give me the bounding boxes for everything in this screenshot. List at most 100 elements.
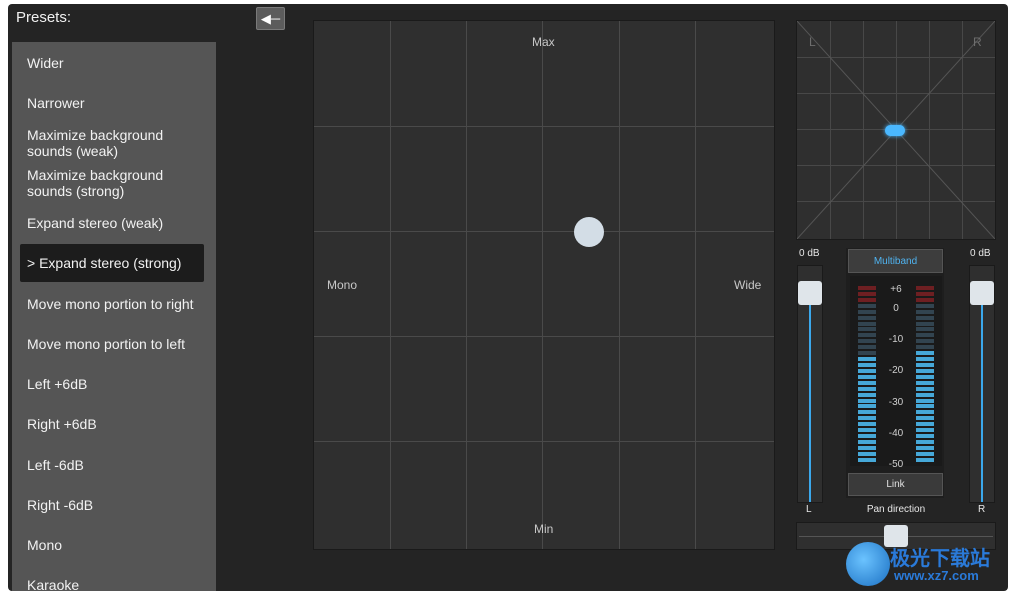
meter-segment <box>916 434 934 439</box>
preset-item[interactable]: Left -6dB <box>20 446 204 484</box>
grid-line <box>314 231 774 232</box>
meter-segment <box>916 439 934 444</box>
preset-item[interactable]: Karaoke <box>20 566 204 591</box>
meter-scale-label: -40 <box>888 428 904 439</box>
meter-segment <box>916 457 934 462</box>
meter-segment <box>916 297 934 302</box>
meter-segment <box>916 368 934 373</box>
max-label: Max <box>532 35 555 49</box>
watermark-text: 极光下载站 <box>890 546 990 570</box>
meter-segment <box>916 374 934 379</box>
meter-segment <box>858 309 876 314</box>
meter-segment <box>858 303 876 308</box>
meter-segment <box>916 445 934 450</box>
scope-signal-dot <box>885 125 905 136</box>
presets-title: Presets: <box>16 9 72 26</box>
meter-segment <box>916 428 934 433</box>
grid-line <box>314 126 774 127</box>
meter-segment <box>858 380 876 385</box>
preset-item[interactable]: Narrower <box>20 84 204 122</box>
mono-label: Mono <box>327 278 358 292</box>
grid-line <box>390 21 391 549</box>
meter-segment <box>916 404 934 409</box>
watermark-logo-icon <box>846 542 890 586</box>
preset-item-selected[interactable]: > Expand stereo (strong) <box>20 244 204 282</box>
multiband-button[interactable]: Multiband <box>848 249 943 273</box>
meter-segment <box>916 398 934 403</box>
watermark: 极光下载站 www.xz7.com <box>846 540 1002 588</box>
meter-segment <box>916 392 934 397</box>
meter-scale-label: -30 <box>888 397 904 408</box>
meter-segment <box>916 362 934 367</box>
preset-list[interactable]: Wider Narrower Maximize background sound… <box>12 42 216 591</box>
meter-segment <box>858 416 876 421</box>
grid-line <box>466 21 467 549</box>
meter-scale-label: 0 <box>893 303 899 314</box>
meter-segment <box>916 345 934 350</box>
left-channel-label: L <box>806 504 812 515</box>
preset-item[interactable]: Mono <box>20 526 204 564</box>
meter-segment <box>858 404 876 409</box>
meter-segment <box>916 321 934 326</box>
right-channel-label: R <box>978 504 986 515</box>
meter-segment <box>858 321 876 326</box>
stereo-width-pad[interactable]: Max Min Mono Wide <box>313 20 775 550</box>
meter-segment <box>916 416 934 421</box>
left-level-meter <box>858 286 876 462</box>
meter-segment <box>858 386 876 391</box>
meter-segment <box>858 428 876 433</box>
meter-segment <box>916 339 934 344</box>
scope-left-label: L <box>809 35 816 49</box>
meter-segment <box>858 457 876 462</box>
meter-segment <box>858 286 876 290</box>
meter-segment <box>858 339 876 344</box>
meter-segment <box>858 439 876 444</box>
meter-segment <box>858 445 876 450</box>
preset-item[interactable]: Maximize background sounds (weak) <box>20 124 204 162</box>
meter-scale-label: +6 <box>890 284 902 295</box>
preset-item[interactable]: Right -6dB <box>20 486 204 524</box>
preset-item[interactable]: Right +6dB <box>20 405 204 443</box>
right-gain-fader[interactable] <box>969 265 995 503</box>
meter-segment <box>916 380 934 385</box>
meter-segment <box>916 333 934 338</box>
meter-segment <box>858 297 876 302</box>
preset-item[interactable]: Maximize background sounds (strong) <box>20 164 204 202</box>
back-button[interactable]: ◀─ <box>256 7 285 30</box>
link-button[interactable]: Link <box>848 473 943 496</box>
meter-segment <box>916 286 934 290</box>
right-db-label: 0 dB <box>970 248 991 259</box>
preset-item[interactable]: Left +6dB <box>20 365 204 403</box>
meter-segment <box>858 451 876 456</box>
meter-segment <box>916 291 934 296</box>
watermark-url: www.xz7.com <box>894 568 979 583</box>
meter-scale-label: -50 <box>888 459 904 470</box>
preset-item[interactable]: Move mono portion to right <box>20 285 204 323</box>
left-db-label: 0 dB <box>799 248 820 259</box>
meter-segment <box>916 309 934 314</box>
pan-direction-label: Pan direction <box>866 504 926 515</box>
meter-segment <box>916 351 934 356</box>
meter-segment <box>858 374 876 379</box>
right-fader-thumb[interactable] <box>970 281 994 305</box>
left-fader-fill <box>809 299 811 502</box>
meter-segment <box>916 451 934 456</box>
level-meter: +6 0 -10 -20 -30 -40 -50 <box>850 276 942 470</box>
meter-segment <box>858 392 876 397</box>
meter-segment <box>858 357 876 362</box>
grid-line <box>542 21 543 549</box>
meter-segment <box>858 333 876 338</box>
meter-segment <box>916 327 934 332</box>
stereo-position-handle[interactable] <box>574 217 604 247</box>
left-gain-fader[interactable] <box>797 265 823 503</box>
wide-label: Wide <box>734 278 762 292</box>
left-fader-thumb[interactable] <box>798 281 822 305</box>
preset-item[interactable]: Wider <box>20 44 204 82</box>
meter-segment <box>858 315 876 320</box>
meter-segment <box>916 357 934 362</box>
stereo-processor-window: Presets: ◀─ Wider Narrower Maximize back… <box>8 4 1008 591</box>
preset-item[interactable]: Expand stereo (weak) <box>20 204 204 242</box>
preset-item[interactable]: Move mono portion to left <box>20 325 204 363</box>
meter-segment <box>858 351 876 356</box>
meter-segment <box>858 434 876 439</box>
